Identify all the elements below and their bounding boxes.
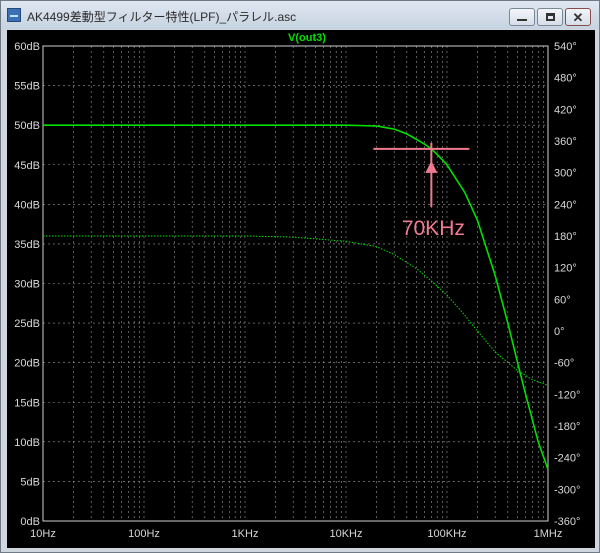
right-tick-label: 240° — [554, 199, 577, 211]
maximize-icon — [545, 13, 555, 21]
annotation-arrow-head — [425, 160, 438, 173]
series-group — [43, 124, 549, 470]
right-tick-label: -300° — [554, 484, 580, 496]
right-tick-label: 0° — [554, 326, 565, 338]
magnitude-trace-line[interactable] — [43, 124, 549, 470]
minimize-icon — [517, 19, 527, 21]
right-tick-label: -240° — [554, 453, 580, 465]
right-tick-label: 360° — [554, 136, 577, 148]
right-tick-label: -180° — [554, 421, 580, 433]
title-bar[interactable]: AK4499差動型フィルター特性(LPF)_パラレル.asc ✕ — [1, 1, 599, 29]
left-tick-label: 35dB — [14, 239, 40, 251]
minimize-button[interactable] — [509, 8, 535, 26]
bottom-tick-label: 1KHz — [232, 528, 259, 540]
right-tick-label: -120° — [554, 389, 580, 401]
bottom-tick-label: 10KHz — [329, 528, 362, 540]
left-tick-label: 5dB — [20, 476, 40, 488]
plot-area[interactable]: 0dB 5dB 10dB 15dB 20dB 25dB 30dB 35dB 40dB 45dB 50… — [7, 30, 595, 548]
right-tick-label: -360° — [554, 516, 580, 528]
right-tick-label: 420° — [554, 104, 577, 116]
bottom-tick-label: 10Hz — [30, 528, 56, 540]
phase-trace-line[interactable] — [43, 235, 549, 386]
right-tick-label: 540° — [554, 41, 577, 53]
left-tick-label: 10dB — [14, 437, 40, 449]
right-axis-ticks: -360° -300° -240° -180° -120° -60° 0° 60° 120° 18… — [554, 41, 580, 528]
annotation-label: 70KHz — [402, 217, 465, 240]
bottom-axis-ticks: 10Hz 100Hz 1KHz 10KHz 100KHz 1MHz — [30, 528, 562, 540]
maximize-button[interactable] — [537, 8, 563, 26]
right-tick-label: 300° — [554, 168, 577, 180]
bottom-tick-label: 100KHz — [427, 528, 466, 540]
left-tick-label: 45dB — [14, 160, 40, 172]
left-axis-ticks: 0dB 5dB 10dB 15dB 20dB 25dB 30dB 35dB 40dB 45dB 50… — [14, 41, 40, 528]
left-tick-label: 60dB — [14, 41, 40, 53]
bottom-tick-label: 1MHz — [534, 528, 563, 540]
app-window: AK4499差動型フィルター特性(LPF)_パラレル.asc ✕ 0dB 5dB 1… — [0, 0, 600, 553]
left-tick-label: 15dB — [14, 397, 40, 409]
grid — [42, 45, 549, 522]
close-icon: ✕ — [572, 9, 584, 25]
ltspice-app-icon — [7, 8, 21, 22]
right-tick-label: 60° — [554, 294, 571, 306]
trace-label[interactable]: V(out3) — [288, 32, 326, 44]
close-button[interactable]: ✕ — [565, 8, 591, 26]
left-tick-label: 30dB — [14, 279, 40, 291]
window-title: AK4499差動型フィルター特性(LPF)_パラレル.asc — [27, 10, 297, 24]
frequency-annotation: 70KHz — [373, 142, 470, 240]
bottom-tick-label: 100Hz — [128, 528, 160, 540]
right-tick-label: 180° — [554, 231, 577, 243]
right-tick-label: -60° — [554, 358, 574, 370]
left-tick-label: 25dB — [14, 318, 40, 330]
right-tick-label: 480° — [554, 73, 577, 85]
left-tick-label: 20dB — [14, 358, 40, 370]
right-tick-label: 120° — [554, 263, 577, 275]
left-tick-label: 0dB — [20, 516, 40, 528]
left-tick-label: 40dB — [14, 199, 40, 211]
plot-svg[interactable]: 0dB 5dB 10dB 15dB 20dB 25dB 30dB 35dB 40dB 45dB 50… — [7, 30, 595, 548]
left-tick-label: 50dB — [14, 120, 40, 132]
left-tick-label: 55dB — [14, 81, 40, 93]
